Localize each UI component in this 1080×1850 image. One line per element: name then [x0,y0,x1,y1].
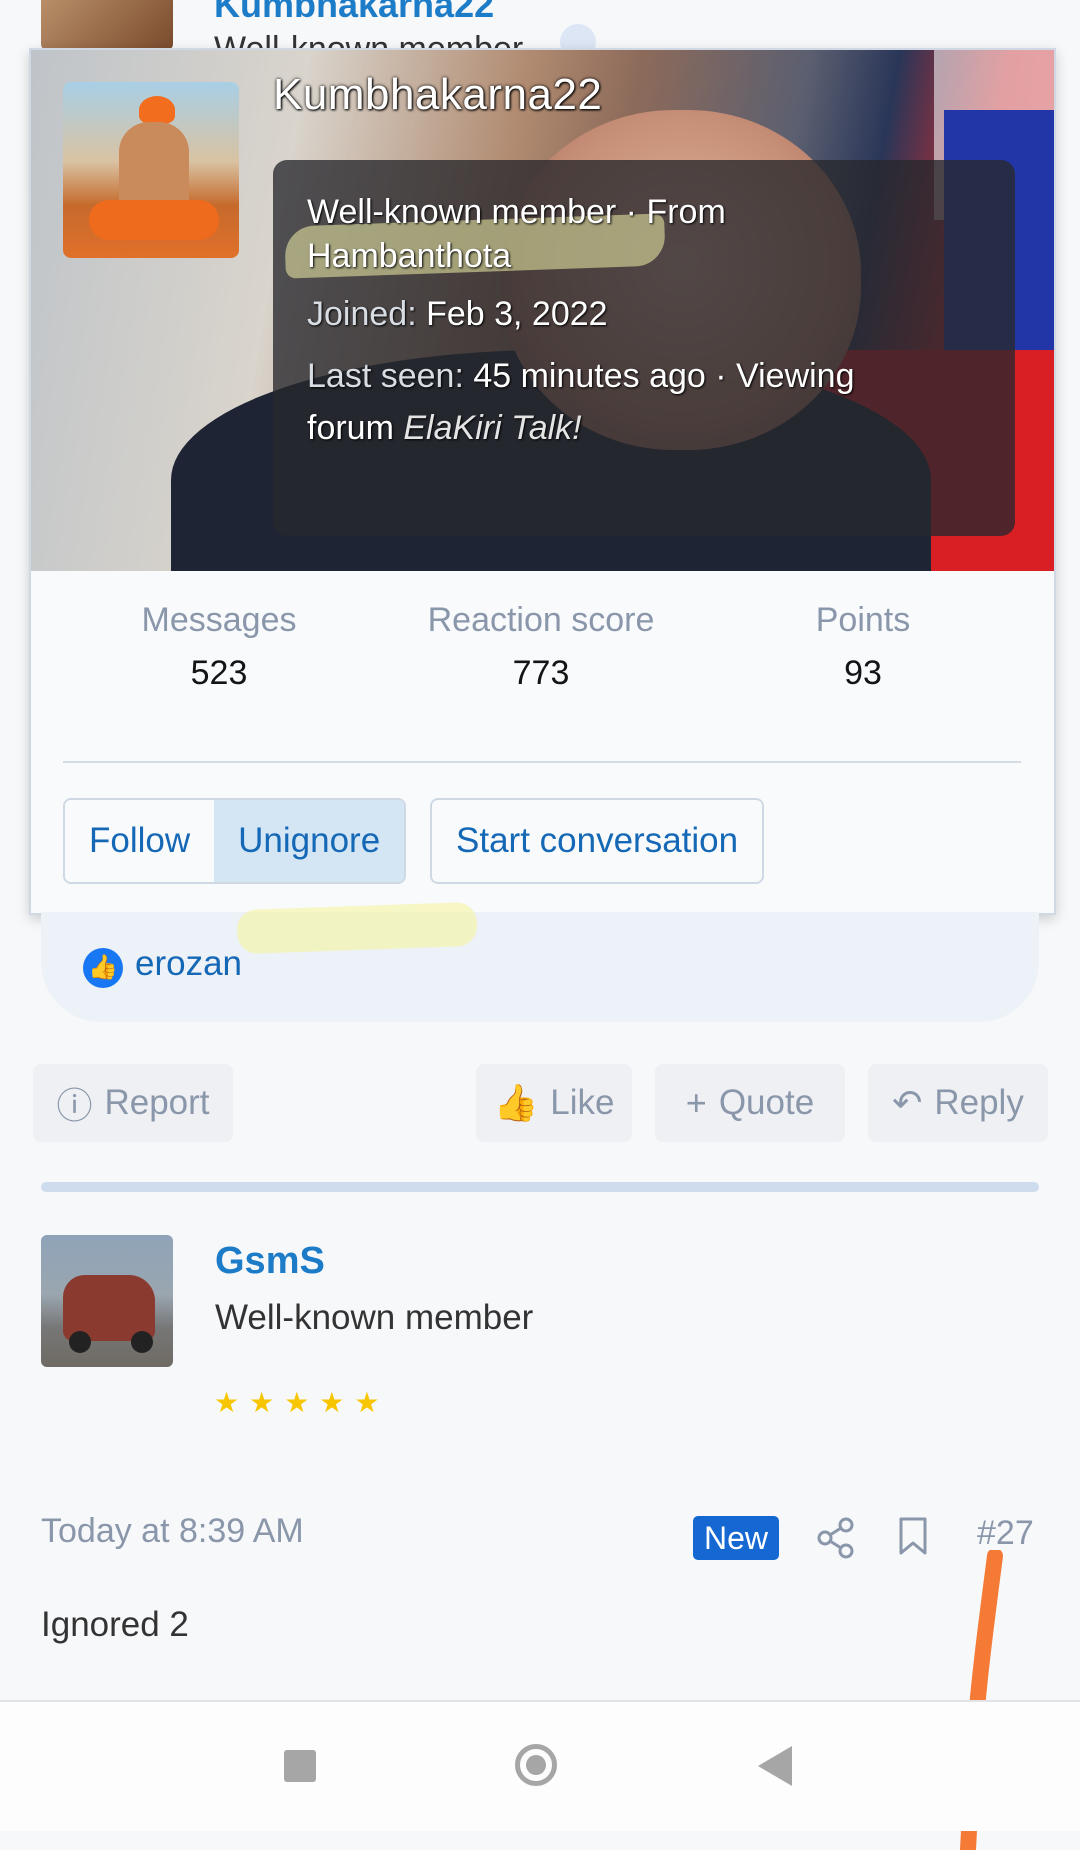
follow-button[interactable]: Follow [65,800,215,882]
joined-line: Joined: Feb 3, 2022 [307,292,608,336]
last-seen-value: 45 minutes ago · Viewing [473,357,855,395]
username[interactable]: Kumbhakarna22 [214,0,494,26]
stat-messages[interactable]: Messages 523 [59,601,379,693]
reply-arrow-icon: ↶ [892,1082,923,1123]
stat-value: 523 [190,654,248,692]
member-title-line: Well-known member · From [307,193,726,231]
forum-link[interactable]: ElaKiri Talk! [403,409,581,447]
forum-prefix: forum [307,409,394,447]
stat-value: 773 [512,654,570,692]
follow-ignore-group: Follow Unignore [63,798,407,884]
bookmark-icon[interactable] [898,1516,928,1556]
thumbs-up-icon: 👍 [83,948,123,988]
like-label: Like [550,1083,615,1122]
joined-label: Joined: [307,295,417,333]
reply-label: Reply [934,1083,1024,1122]
stat-value: 93 [844,654,882,692]
stat-reaction-score[interactable]: Reaction score 773 [381,601,701,693]
member-info-box: Well-known member · From Hambanthota Joi… [273,160,1015,536]
joined-value: Feb 3, 2022 [426,295,608,333]
post-author-title: Well-known member [215,1298,534,1337]
member-location[interactable]: Hambanthota [307,234,511,278]
post-body: Ignored 2 [41,1605,189,1644]
report-button[interactable]: ⓘ Report [33,1064,233,1142]
like-button[interactable]: 👍 Like [476,1064,632,1142]
unignore-button[interactable]: Unignore [214,800,405,882]
post-divider [41,1182,1039,1192]
start-conversation-button[interactable]: Start conversation [430,798,765,884]
member-avatar[interactable] [63,82,239,258]
post-number-link[interactable]: #27 [977,1514,1034,1553]
system-nav-bar [0,1700,1080,1831]
star-rating: ★★★★★ [214,1387,390,1418]
stat-points[interactable]: Points 93 [703,601,1023,693]
report-label: Report [104,1083,210,1122]
home-icon[interactable] [515,1744,557,1786]
yellow-annotation [236,901,478,955]
post-author[interactable]: GsmS [215,1240,325,1283]
divider [63,761,1021,763]
avatar[interactable] [41,0,173,50]
recents-icon[interactable] [284,1750,316,1782]
share-icon[interactable] [816,1516,856,1560]
reactions-bar[interactable]: 👍 erozan [41,912,1039,1022]
stat-label: Messages [141,601,297,639]
member-tooltip-card: Kumbhakarna22 Well-known member · From H… [29,48,1056,915]
stat-label: Points [815,601,911,639]
post-timestamp[interactable]: Today at 8:39 AM [41,1512,304,1551]
stat-label: Reaction score [427,601,655,639]
plus-icon: + [685,1082,707,1123]
member-name[interactable]: Kumbhakarna22 [273,70,602,120]
back-icon[interactable] [758,1746,792,1786]
reaction-user-link[interactable]: erozan [135,944,242,984]
last-seen-line: Last seen: 45 minutes ago · Viewing [307,354,855,398]
thumbs-up-outline-icon: 👍 [493,1082,539,1123]
last-seen-label: Last seen: [307,357,464,395]
quote-label: Quote [718,1083,815,1122]
profile-banner: Kumbhakarna22 Well-known member · From H… [31,50,1054,571]
new-badge: New [693,1516,779,1560]
avatar[interactable] [41,1235,173,1367]
alert-circle-icon: ⓘ [56,1085,93,1126]
viewing-forum-line: forum ElaKiri Talk! [307,406,582,450]
quote-button[interactable]: + Quote [655,1064,845,1142]
member-stats: Messages 523 Reaction score 773 Points 9… [31,571,1054,701]
reply-button[interactable]: ↶ Reply [868,1064,1048,1142]
